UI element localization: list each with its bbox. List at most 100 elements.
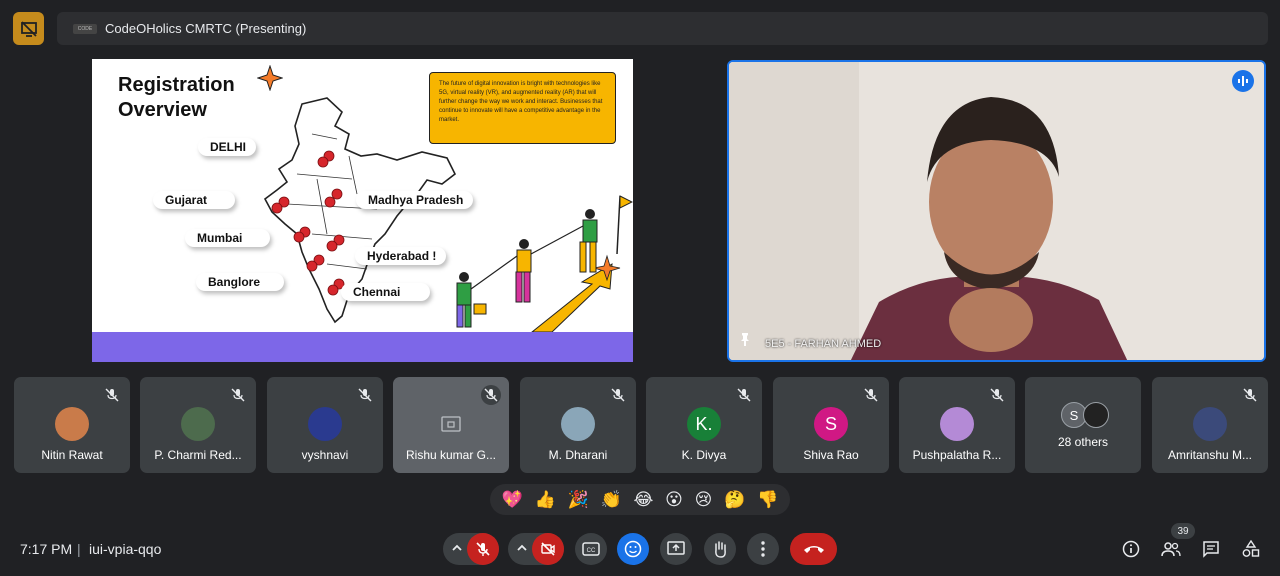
emoji-icon <box>624 540 642 558</box>
reaction-thinking[interactable]: 🤔 <box>724 490 745 510</box>
mic-muted-icon <box>355 385 375 405</box>
avatar: S <box>814 407 848 441</box>
participant-name: Pushpalatha R... <box>912 448 1002 462</box>
participant-tile[interactable]: vyshnavi <box>267 377 383 473</box>
mic-options-chevron-icon[interactable] <box>451 540 463 561</box>
reactions-button[interactable] <box>617 533 649 565</box>
mic-muted-icon <box>1240 385 1260 405</box>
camera-options-chevron-icon[interactable] <box>516 540 528 561</box>
chat-icon <box>1203 541 1219 558</box>
activities-icon <box>1242 540 1260 557</box>
participant-name: P. Charmi Red... <box>154 448 242 462</box>
slide-footer-band <box>92 332 633 362</box>
city-label-banglore: Banglore <box>196 273 285 291</box>
mic-off-button[interactable] <box>467 533 499 565</box>
more-options-button[interactable] <box>747 533 779 565</box>
mic-control-group <box>443 533 499 565</box>
participant-tile[interactable]: Rishu kumar G... <box>393 377 509 473</box>
participant-name: M. Dharani <box>548 448 608 462</box>
mic-muted-icon <box>987 385 1007 405</box>
reaction-sparkling-heart[interactable]: 💖 <box>502 490 523 510</box>
participant-tile[interactable]: Amritanshu M... <box>1152 377 1268 473</box>
participant-count-badge: 39 <box>1171 523 1195 539</box>
slide-heading-line1: Registration <box>118 74 235 96</box>
presentation-title-bar: CODE CodeOHolics CMRTC (Presenting) <box>57 12 1268 45</box>
camera-off-button[interactable] <box>532 533 564 565</box>
camera-control-group <box>508 533 564 565</box>
people-button[interactable] <box>1160 538 1182 560</box>
city-label-hyderabad: Hyderabad ! <box>355 247 447 265</box>
reaction-party[interactable]: 🎉 <box>568 490 589 510</box>
participant-tile[interactable]: M. Dharani <box>520 377 636 473</box>
avatar <box>308 407 342 441</box>
city-label-mumbai: Mumbai <box>185 229 271 247</box>
people-icon <box>1161 542 1181 557</box>
more-vert-icon <box>761 541 765 557</box>
city-label-delhi: DELHI <box>198 138 256 156</box>
participant-tile[interactable]: Pushpalatha R... <box>899 377 1015 473</box>
presenter-logo: CODE <box>73 23 97 34</box>
participant-tile[interactable]: S Shiva Rao <box>773 377 889 473</box>
avatar <box>55 407 89 441</box>
hand-icon <box>715 541 726 558</box>
avatar <box>940 407 974 441</box>
captions-button[interactable]: CC <box>575 533 607 565</box>
participant-tile[interactable]: S 28 others <box>1025 377 1141 473</box>
mic-off-icon <box>476 542 490 556</box>
present-now-button[interactable] <box>660 533 692 565</box>
reaction-clap[interactable]: 👏 <box>601 490 622 510</box>
speaker-video-tile[interactable]: 5E5 - FARHAN AHMED <box>727 60 1266 362</box>
avatar <box>561 407 595 441</box>
svg-text:CC: CC <box>587 548 596 554</box>
mic-muted-icon <box>608 385 628 405</box>
speaking-indicator-icon <box>1232 70 1254 92</box>
participant-name: 28 others <box>1057 435 1109 449</box>
speaker-name: 5E5 - FARHAN AHMED <box>765 338 882 350</box>
present-screen-icon <box>667 541 685 555</box>
mic-muted-icon <box>481 385 501 405</box>
leave-call-button[interactable] <box>790 533 837 565</box>
reaction-sad[interactable]: 😢 <box>695 490 713 510</box>
participant-tile[interactable]: K. K. Divya <box>646 377 762 473</box>
camera-off-icon <box>541 542 555 556</box>
avatar <box>1083 402 1109 428</box>
raise-hand-button[interactable] <box>704 533 736 565</box>
participant-name: Shiva Rao <box>803 448 859 462</box>
camera-off-avatar-icon <box>434 407 468 441</box>
reaction-thumbs-up[interactable]: 👍 <box>535 490 556 510</box>
participant-name: Rishu kumar G... <box>405 448 497 462</box>
avatar <box>181 407 215 441</box>
captions-icon: CC <box>582 542 600 556</box>
participant-name: Nitin Rawat <box>41 448 103 462</box>
participant-name: K. Divya <box>681 448 727 462</box>
city-label-chennai: Chennai <box>341 283 431 301</box>
avatar: K. <box>687 407 721 441</box>
reaction-bar: 💖 👍 🎉 👏 😂 😮 😢 🤔 👎 <box>490 484 790 515</box>
presented-slide: Registration Overview The future of digi… <box>92 59 633 362</box>
end-call-icon <box>803 546 824 553</box>
mic-muted-icon <box>861 385 881 405</box>
reaction-thumbs-down[interactable]: 👎 <box>757 490 778 510</box>
presentation-title: CodeOHolics CMRTC (Presenting) <box>105 21 307 36</box>
mic-muted-icon <box>228 385 248 405</box>
meeting-code: iui-vpia-qqo <box>89 541 162 557</box>
teamwork-illustration <box>456 195 633 332</box>
sparkle-icon <box>257 65 283 91</box>
participant-name: Amritanshu M... <box>1167 448 1253 462</box>
activities-button[interactable] <box>1240 538 1262 560</box>
mic-muted-icon <box>734 385 754 405</box>
slide-heading: Registration Overview <box>118 73 235 123</box>
speaker-video-frame <box>729 62 1264 360</box>
presentation-indicator-icon[interactable] <box>13 12 44 45</box>
participant-tile[interactable]: P. Charmi Red... <box>140 377 256 473</box>
reaction-laugh[interactable]: 😂 <box>633 490 653 510</box>
avatar <box>1193 407 1227 441</box>
info-icon <box>1122 540 1140 558</box>
meeting-details-button[interactable] <box>1120 538 1142 560</box>
pin-icon[interactable] <box>737 331 753 352</box>
slide-heading-line2: Overview <box>118 99 207 121</box>
participant-tile[interactable]: Nitin Rawat <box>14 377 130 473</box>
reaction-surprised[interactable]: 😮 <box>665 490 683 510</box>
chat-button[interactable] <box>1200 538 1222 560</box>
separator: | <box>77 541 81 557</box>
